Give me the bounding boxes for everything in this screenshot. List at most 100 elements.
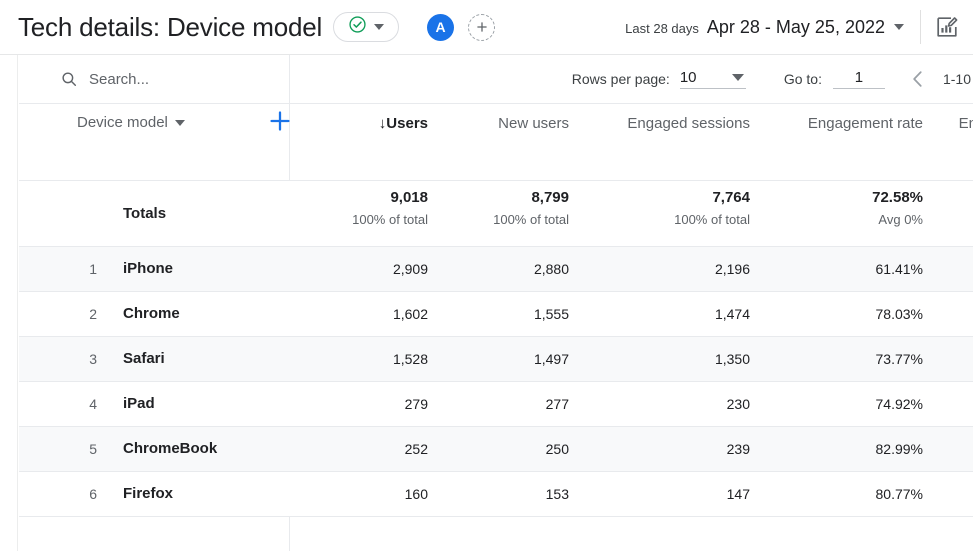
column-header-users[interactable]: ↓Users [379,115,428,132]
totals-subtext: Avg 0% [872,212,923,227]
rows-per-page-value: 10 [680,69,697,86]
left-gutter [0,55,18,551]
column-header-new-users[interactable]: New users [498,115,569,132]
row-index: 4 [81,396,97,412]
cell-engagement-rate: 78.03% [876,306,923,322]
cell-new-users: 1,555 [534,306,569,322]
cell-engaged-sessions: 239 [727,441,750,457]
date-range-label: Last 28 days [625,21,699,36]
cell-users: 2,909 [393,261,428,277]
totals-cell-engaged-sessions: 7,764 100% of total [674,189,750,227]
cell-users: 1,528 [393,351,428,367]
data-table: Search... Rows per page: 10 Go to: 1-10 [19,55,973,551]
table-row[interactable]: 4 iPad 279 277 230 74.92% [19,382,973,427]
customize-report-button[interactable] [931,11,963,43]
cell-users: 1,602 [393,306,428,322]
row-dimension-value[interactable]: iPad [123,395,155,412]
table-row[interactable]: 6 Firefox 160 153 147 80.77% [19,472,973,517]
row-dimension-value[interactable]: Safari [123,350,165,367]
plus-icon [267,108,293,134]
cell-new-users: 1,497 [534,351,569,367]
totals-label: Totals [123,205,166,222]
chevron-down-icon [894,24,904,30]
cell-engaged-sessions: 1,474 [715,306,750,322]
page-title: Tech details: Device model [18,12,322,43]
row-index: 5 [81,441,97,457]
totals-value: 72.58% [872,189,923,206]
search-input[interactable]: Search... [60,70,260,88]
cell-engagement-rate: 73.77% [876,351,923,367]
column-header-engagement-rate[interactable]: Engagement rate [808,115,923,132]
totals-cell-engagement-rate: 72.58% Avg 0% [872,189,923,227]
cell-engaged-sessions: 147 [727,486,750,502]
chevron-down-icon [732,74,744,81]
add-collaborator-button[interactable] [468,14,495,41]
page-range-text: 1-10 [943,71,971,87]
cell-engaged-sessions: 1,350 [715,351,750,367]
previous-page-button[interactable] [907,68,929,90]
row-dimension-value[interactable]: iPhone [123,260,173,277]
analytics-report-page: Tech details: Device model A Last 28 day… [0,0,973,551]
cell-new-users: 153 [546,486,569,502]
edit-chart-icon [935,15,959,39]
totals-cell-users: 9,018 100% of total [352,189,428,227]
cell-engagement-rate: 61.41% [876,261,923,277]
table-row[interactable]: 1 iPhone 2,909 2,880 2,196 61.41% [19,247,973,292]
table-header-row: Device model ↓Users New users Engaged se… [19,104,973,181]
cell-users: 279 [405,396,428,412]
cell-engagement-rate: 82.99% [876,441,923,457]
cell-engagement-rate: 74.92% [876,396,923,412]
chevron-down-icon [374,24,384,30]
totals-row: Totals 9,018 100% of total 8,799 100% of… [19,181,973,247]
table-row[interactable]: 2 Chrome 1,602 1,555 1,474 78.03% [19,292,973,337]
chevron-left-icon [907,68,929,90]
row-index: 2 [81,306,97,322]
report-status-chip[interactable] [333,12,399,42]
totals-value: 8,799 [493,189,569,206]
row-dimension-value[interactable]: ChromeBook [123,440,217,457]
cell-new-users: 250 [546,441,569,457]
date-range-value: Apr 28 - May 25, 2022 [707,17,885,38]
row-index: 3 [81,351,97,367]
check-circle-icon [348,15,367,39]
dimension-header-selector[interactable]: Device model [77,114,185,131]
search-placeholder: Search... [89,71,149,88]
page-header: Tech details: Device model A Last 28 day… [0,0,973,55]
totals-subtext: 100% of total [493,212,569,227]
cell-new-users: 2,880 [534,261,569,277]
row-dimension-value[interactable]: Chrome [123,305,180,322]
dimension-header-label: Device model [77,114,168,131]
goto-page-input[interactable] [833,69,885,89]
chevron-down-icon [175,120,185,126]
plus-icon [475,20,489,34]
totals-value: 7,764 [674,189,750,206]
cell-engaged-sessions: 230 [727,396,750,412]
cell-new-users: 277 [546,396,569,412]
avatar[interactable]: A [427,14,454,41]
pagination-controls: Rows per page: 10 Go to: 1-10 [572,68,973,90]
column-header-truncated[interactable]: En [959,115,973,132]
row-index: 1 [81,261,97,277]
search-icon [60,70,78,88]
cell-users: 160 [405,486,428,502]
table-row[interactable]: 3 Safari 1,528 1,497 1,350 73.77% [19,337,973,382]
cell-engagement-rate: 80.77% [876,486,923,502]
rows-per-page-select[interactable]: 10 [680,69,746,89]
column-header-engaged-sessions[interactable]: Engaged sessions [627,115,750,132]
rows-per-page-label: Rows per page: [572,71,670,87]
totals-cell-new-users: 8,799 100% of total [493,189,569,227]
totals-value: 9,018 [352,189,428,206]
column-header-label: Users [386,115,428,132]
row-index: 6 [81,486,97,502]
date-range-selector[interactable]: Last 28 days Apr 28 - May 25, 2022 [625,17,914,38]
cell-engaged-sessions: 2,196 [715,261,750,277]
row-dimension-value[interactable]: Firefox [123,485,173,502]
header-divider [920,10,921,44]
cell-users: 252 [405,441,428,457]
table-row[interactable]: 5 ChromeBook 252 250 239 82.99% [19,427,973,472]
totals-subtext: 100% of total [674,212,750,227]
add-dimension-button[interactable] [267,108,293,138]
totals-subtext: 100% of total [352,212,428,227]
goto-label: Go to: [784,71,822,87]
table-controls-row: Search... Rows per page: 10 Go to: 1-10 [19,55,973,104]
